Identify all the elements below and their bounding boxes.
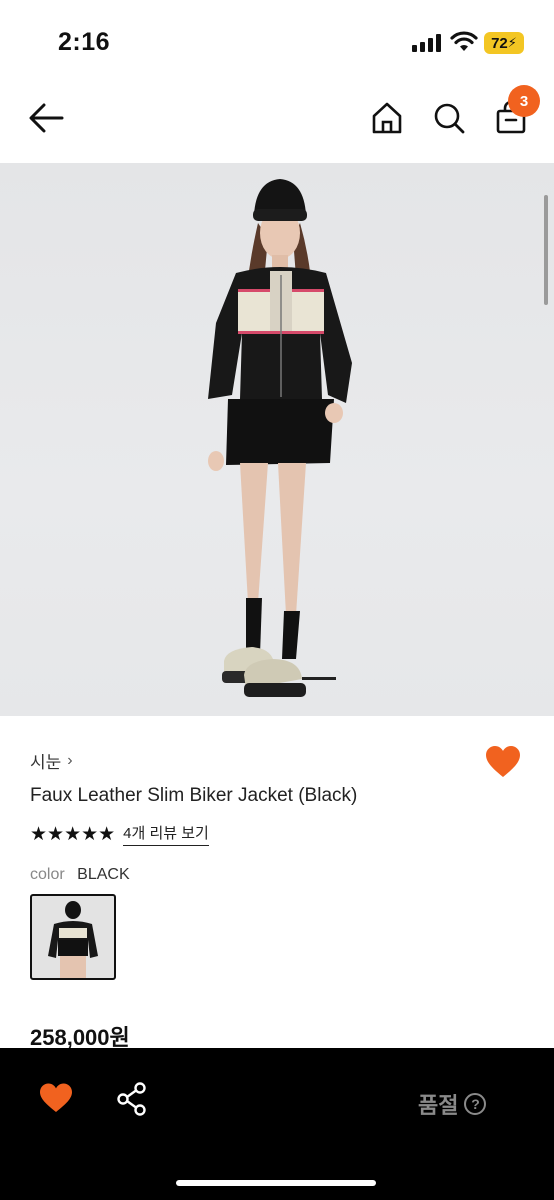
review-link[interactable]: 4개 리뷰 보기	[123, 822, 209, 846]
cellular-signal-icon	[412, 34, 441, 52]
cart-count-badge: 3	[508, 85, 540, 117]
color-value: BLACK	[77, 866, 130, 883]
brand-link[interactable]: 시눈 ›	[30, 748, 73, 773]
color-swatch-black[interactable]	[30, 894, 116, 980]
color-label: color	[30, 866, 65, 883]
question-circle-icon[interactable]: ?	[464, 1093, 487, 1115]
color-row: color BLACK	[30, 866, 130, 884]
share-icon[interactable]	[116, 1082, 148, 1116]
rating-row: ★★★★★ 4개 리뷰 보기	[30, 822, 209, 846]
search-icon[interactable]	[432, 100, 466, 136]
battery-icon: 72 ⚡	[484, 32, 524, 54]
home-icon[interactable]	[370, 100, 404, 136]
image-page-indicator	[302, 677, 336, 680]
chevron-right-icon: ›	[67, 751, 73, 769]
soldout-label: 품절	[418, 1093, 459, 1118]
image-scrollbar[interactable]	[544, 195, 548, 305]
heart-icon[interactable]	[38, 1082, 74, 1114]
status-time: 2:16	[58, 28, 111, 56]
home-indicator	[176, 1180, 376, 1186]
product-image[interactable]	[0, 163, 554, 716]
swatch-thumbnail	[48, 901, 98, 978]
soldout-status: 품절 ?	[418, 1088, 487, 1120]
bottom-action-bar: 품절 ?	[0, 1048, 554, 1200]
heart-icon[interactable]	[484, 744, 522, 780]
top-nav-bar	[0, 80, 554, 160]
arrow-left-icon[interactable]	[26, 100, 68, 136]
rating-stars: ★★★★★	[30, 823, 116, 845]
battery-level: 72	[491, 34, 508, 52]
wifi-icon	[450, 31, 478, 51]
product-title: Faux Leather Slim Biker Jacket (Black)	[30, 785, 358, 806]
model-photo	[208, 179, 352, 697]
brand-name: 시눈	[30, 753, 62, 772]
status-bar: 2:16 72 ⚡	[0, 0, 554, 80]
